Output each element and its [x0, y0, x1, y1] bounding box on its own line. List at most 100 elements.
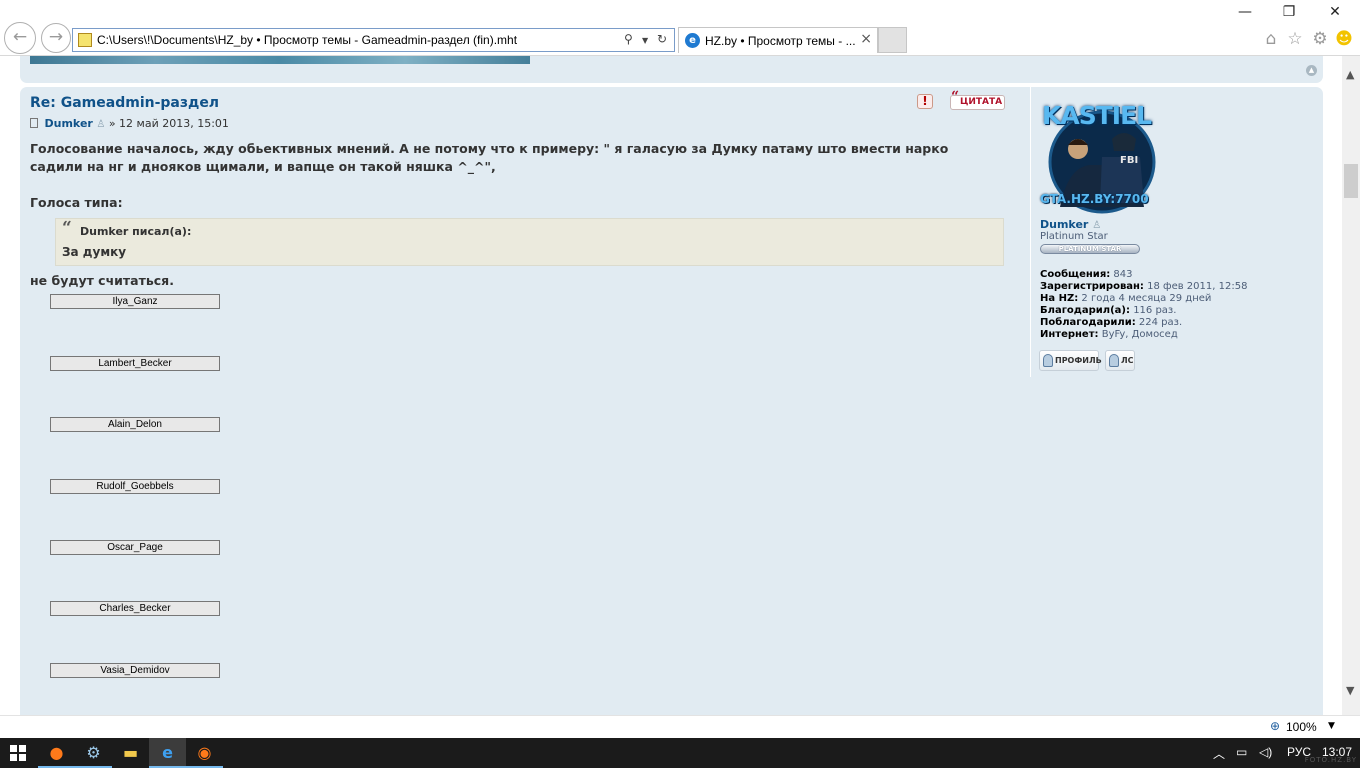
folder-icon: ▬	[122, 743, 139, 762]
stat-row: Сообщения: 843	[1040, 269, 1133, 280]
windows-logo-icon	[10, 745, 26, 761]
ie-icon: e	[162, 743, 173, 762]
vote-button-alain-delon[interactable]: Alain_Delon	[50, 417, 220, 432]
firefox-icon: ●	[49, 743, 64, 762]
network-app-icon: ⚙	[86, 743, 101, 762]
dropdown-arrow-icon[interactable]: ▼	[642, 36, 648, 45]
back-to-top-icon[interactable]: ▲	[1306, 65, 1317, 76]
zoom-dropdown-icon[interactable]: ▼	[1328, 721, 1335, 731]
restore-icon[interactable]: ❐	[1279, 4, 1299, 20]
page-viewport: ▲ Re: Gameadmin-раздел Dumker ♙ » 12 май…	[0, 56, 1342, 715]
avatar-title-text: KASTIEL	[1042, 101, 1152, 130]
profile-username[interactable]: Dumker ♙	[1040, 218, 1101, 231]
report-button[interactable]: !	[917, 94, 933, 109]
profile-button-label: ПРОФИЛЬ	[1055, 356, 1102, 365]
vote-button-rudolf-goebbels[interactable]: Rudolf_Goebbels	[50, 479, 220, 494]
search-icon[interactable]: ⚲	[624, 32, 633, 46]
start-button[interactable]	[0, 738, 36, 768]
vote-button-ilya-ganz[interactable]: Ilya_Ganz	[50, 294, 220, 309]
watermark: FOTO.HZ.BY	[1304, 756, 1357, 764]
new-tab-button[interactable]	[878, 27, 907, 53]
taskbar: ● ⚙ ▬ e ◉ ︿ ▭ ◁) РУС 13:07 FOTO.HZ.BY	[0, 738, 1360, 768]
quote-block: “ Dumker писал(а): За думку	[55, 218, 1004, 266]
pm-button[interactable]: ЛС	[1105, 350, 1135, 371]
taskbar-firefox[interactable]: ●	[38, 738, 75, 768]
favorites-star-icon[interactable]: ☆	[1284, 29, 1306, 49]
quote-mark-icon: “	[951, 89, 960, 105]
profile-rank: Platinum Star	[1040, 231, 1108, 242]
pm-button-label: ЛС	[1121, 356, 1134, 365]
post-file-icon	[30, 118, 38, 128]
zoom-level[interactable]: 100%	[1286, 720, 1317, 734]
volume-icon[interactable]: ◁)	[1259, 745, 1272, 759]
quote-button-label: ЦИТАТА	[960, 97, 1003, 107]
signature-image	[30, 56, 530, 64]
profile-button[interactable]: ПРОФИЛЬ	[1039, 350, 1102, 371]
online-status-icon: ♙	[1092, 220, 1102, 231]
rank-badge: PLATINUM STAR	[1040, 244, 1140, 254]
zoom-icon[interactable]: ⊕	[1270, 719, 1280, 733]
close-tab-icon[interactable]: ×	[860, 31, 872, 47]
taskbar-explorer[interactable]: ▬	[112, 738, 149, 768]
profile-username-text[interactable]: Dumker	[1040, 218, 1088, 231]
network-icon[interactable]: ▭	[1236, 745, 1247, 759]
browser-chrome: ← → C:\Users\!\Documents\HZ_by • Просмот…	[0, 0, 1360, 56]
post-author[interactable]: Dumker	[45, 117, 93, 130]
address-bar[interactable]: C:\Users\!\Documents\HZ_by • Просмотр те…	[72, 28, 675, 52]
page-favicon-icon	[78, 33, 92, 47]
scroll-down-icon[interactable]: ▼	[1346, 684, 1354, 697]
vote-button-oscar-page[interactable]: Oscar_Page	[50, 540, 220, 555]
forum-post: Re: Gameadmin-раздел Dumker ♙ » 12 май 2…	[20, 87, 1323, 715]
previous-post-panel: ▲	[20, 56, 1323, 83]
post-meta: Dumker ♙ » 12 май 2013, 15:01	[30, 117, 229, 130]
svg-text:FBI: FBI	[1120, 155, 1138, 166]
quote-cite-text: Dumker писал(а):	[80, 225, 192, 238]
ie-icon: e	[685, 33, 700, 48]
forward-arrow-icon: →	[48, 27, 64, 47]
quote-button[interactable]: “ ЦИТАТА	[950, 90, 1005, 110]
close-window-icon[interactable]: ✕	[1325, 4, 1345, 20]
avatar[interactable]: FBI KASTIEL GTA.HZ.BY:7700	[1040, 97, 1164, 215]
smiley-feedback-icon[interactable]: ☻	[1333, 29, 1355, 49]
forward-button[interactable]: →	[41, 23, 71, 53]
address-text[interactable]: C:\Users\!\Documents\HZ_by • Просмотр те…	[97, 33, 517, 47]
taskbar-avast[interactable]: ◉	[186, 738, 223, 768]
avast-icon: ◉	[197, 743, 212, 762]
post-text-paragraph: Голосование началось, жду обьективных мн…	[30, 141, 949, 174]
scroll-up-icon[interactable]: ▲	[1346, 68, 1354, 81]
post-date: » 12 май 2013, 15:01	[108, 117, 229, 130]
stat-row: Поблагодарили: 224 раз.	[1040, 317, 1183, 328]
stat-row: Благодарил(а): 116 раз.	[1040, 305, 1177, 316]
vote-button-vasia-demidov[interactable]: Vasia_Demidov	[50, 663, 220, 678]
vote-button-lambert-becker[interactable]: Lambert_Becker	[50, 356, 220, 371]
vote-button-charles-becker[interactable]: Charles_Becker	[50, 601, 220, 616]
back-arrow-icon: ←	[12, 27, 28, 47]
back-button[interactable]: ←	[4, 22, 36, 54]
stat-row: Зарегистрирован: 18 фев 2011, 12:58	[1040, 281, 1248, 292]
minimize-icon[interactable]: —	[1235, 4, 1255, 20]
vertical-scrollbar[interactable]: ▲ ▼	[1342, 56, 1360, 715]
post-title[interactable]: Re: Gameadmin-раздел	[30, 95, 219, 111]
quote-cite-icon: “	[62, 218, 72, 238]
tab-title: HZ.by • Просмотр темы - ...	[705, 34, 856, 48]
quote-text: За думку	[62, 245, 127, 259]
quote-cite: “ Dumker писал(а):	[62, 219, 997, 241]
online-status-icon: ♙	[96, 119, 106, 130]
scroll-thumb[interactable]	[1344, 164, 1358, 198]
avatar-server-text: GTA.HZ.BY:7700	[1040, 192, 1149, 206]
tab-active[interactable]: e HZ.by • Просмотр темы - ... ×	[678, 27, 878, 53]
user-icon	[1043, 354, 1053, 367]
stat-row: Интернет: ByFy, Домосед	[1040, 329, 1178, 340]
home-icon[interactable]: ⌂	[1260, 29, 1282, 49]
profile-stats: Сообщения: 843 Зарегистрирован: 18 фев 2…	[1040, 269, 1247, 341]
taskbar-app[interactable]: ⚙	[75, 738, 112, 768]
post-body: Голосование началось, жду обьективных мн…	[30, 140, 1005, 290]
gear-icon[interactable]: ⚙	[1309, 29, 1331, 49]
refresh-icon[interactable]: ↻	[657, 32, 667, 46]
tray-expand-icon[interactable]: ︿	[1213, 745, 1225, 762]
status-bar: ⊕ 100% ▼	[0, 715, 1360, 738]
taskbar-internet-explorer[interactable]: e	[149, 738, 186, 768]
post-text-footer: не будут считаться.	[30, 273, 174, 288]
author-profile: FBI KASTIEL GTA.HZ.BY:7700 Dumker ♙ Plat…	[1030, 87, 1315, 377]
user-icon	[1109, 354, 1119, 367]
